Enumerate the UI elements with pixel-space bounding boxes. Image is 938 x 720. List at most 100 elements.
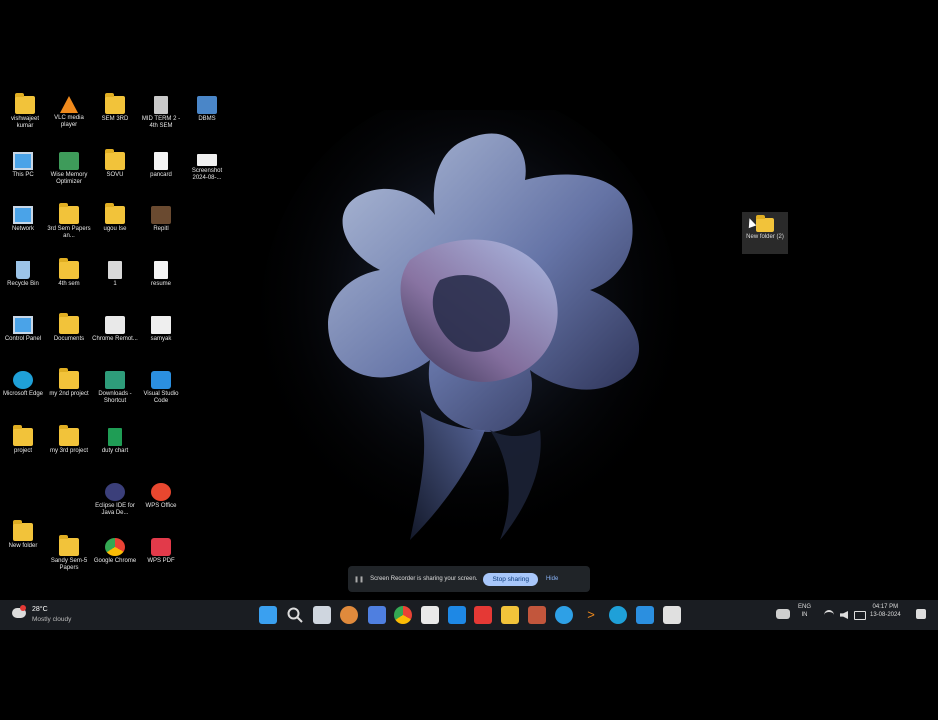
document-icon — [154, 96, 168, 114]
task-view-icon[interactable] — [313, 606, 331, 624]
weather-widget[interactable]: 28°C Mostly cloudy — [10, 604, 90, 628]
desktop: vishwajeet kumar This PC Network Recycle… — [0, 0, 938, 600]
chrome-remote-icon — [105, 316, 125, 334]
desktop-icon-screenshot[interactable]: Screenshot 2024-08-... — [184, 154, 230, 182]
folder-icon — [13, 425, 33, 446]
folder-icon — [105, 203, 125, 224]
desktop-icon-chrome-remote[interactable]: Chrome Remot... — [92, 316, 138, 343]
windows-start-icon[interactable] — [259, 606, 277, 624]
desktop-icon-vlc[interactable]: VLC media player — [46, 96, 92, 129]
chrome-taskbar-icon[interactable] — [394, 606, 412, 624]
desktop-icon-3rd-sem-papers[interactable]: 3rd Sem Papers an... — [46, 203, 92, 240]
desktop-icon-wise-memory[interactable]: Wise Memory Optimizer — [46, 152, 92, 186]
folder-icon — [756, 215, 774, 232]
folder-icon — [15, 93, 35, 114]
show-hidden-icons[interactable] — [776, 609, 790, 619]
desktop-icon-pancard[interactable]: pancard — [138, 152, 184, 179]
desktop-icon-this-pc[interactable]: This PC — [0, 152, 46, 179]
desktop-icon-microsoft-edge[interactable]: Microsoft Edge — [0, 371, 46, 398]
spreadsheet-icon — [108, 428, 122, 446]
computer-icon — [13, 152, 33, 170]
app-icon-1[interactable] — [368, 606, 386, 624]
stop-sharing-button[interactable]: Stop sharing — [483, 572, 538, 586]
desktop-icon-wps-office[interactable]: WPS Office — [138, 483, 184, 510]
folder-icon — [105, 93, 125, 114]
desktop-icon-sem-3rd[interactable]: SEM 3RD — [92, 93, 138, 123]
weather-condition: Mostly cloudy — [32, 616, 72, 623]
folder-icon — [13, 520, 33, 541]
desktop-icon-my-3rd-project[interactable]: my 3rd project — [46, 425, 92, 455]
desktop-icon-documents[interactable]: Documents — [46, 313, 92, 343]
wps-office-icon — [151, 483, 171, 501]
desktop-icon-sovu[interactable]: SOVU — [92, 149, 138, 179]
app-icon-2[interactable] — [448, 606, 466, 624]
folder-icon — [105, 149, 125, 170]
copilot-icon[interactable] — [340, 606, 358, 624]
memory-optimizer-icon — [59, 152, 79, 170]
wallpaper-bloom — [260, 110, 680, 550]
desktop-icon-vishwajeet-kumar[interactable]: vishwajeet kumar — [2, 93, 48, 130]
desktop-icon-eclipse[interactable]: Eclipse IDE for Java De... — [92, 483, 138, 517]
folder-icon — [59, 203, 79, 224]
folder-icon — [59, 425, 79, 446]
edge-taskbar-icon[interactable] — [609, 606, 627, 624]
weather-alert-icon — [20, 605, 26, 611]
clock[interactable]: 04:17 PM 13-08-2024 — [870, 603, 901, 619]
vscode-icon — [151, 371, 171, 389]
wps-pdf-icon — [151, 538, 171, 556]
document-icon — [154, 261, 168, 279]
desktop-icon-repitl[interactable]: Repitl — [138, 206, 184, 233]
downloads-icon — [105, 371, 125, 389]
folder-icon — [59, 368, 79, 389]
youtube-icon[interactable] — [474, 606, 492, 624]
desktop-icon-mid-term[interactable]: MID TERM 2 - 4th SEM — [138, 96, 184, 130]
repitl-icon — [151, 206, 171, 224]
hide-button[interactable]: Hide — [546, 576, 558, 582]
store-icon[interactable] — [421, 606, 439, 624]
edge-icon — [13, 371, 33, 389]
pause-icon: ❚❚ — [354, 576, 365, 583]
dbms-icon — [197, 96, 217, 114]
desktop-icon-ugou-ise[interactable]: ugou Ise — [92, 203, 138, 233]
desktop-icon-project[interactable]: project — [0, 425, 46, 455]
screen-sharing-bar: ❚❚ Screen Recorder is sharing your scree… — [348, 566, 590, 592]
app-icon-3[interactable] — [528, 606, 546, 624]
desktop-icon-vscode[interactable]: Visual Studio Code — [138, 371, 184, 405]
network-icon — [13, 206, 33, 224]
desktop-icon-1[interactable]: 1 — [92, 261, 138, 288]
desktop-icon-google-chrome[interactable]: Google Chrome — [92, 538, 138, 565]
desktop-icon-4th-sem[interactable]: 4th sem — [46, 258, 92, 288]
recycle-bin-icon — [16, 261, 30, 279]
desktop-icon-network[interactable]: Network — [0, 206, 46, 233]
text-file-icon — [151, 316, 171, 334]
weather-temp: 28°C — [32, 606, 48, 613]
desktop-icon-samyak[interactable]: samyak — [138, 316, 184, 343]
desktop-icon-control-panel[interactable]: Control Panel — [0, 316, 46, 343]
search-icon[interactable] — [286, 606, 304, 624]
desktop-icon-duty-chart[interactable]: duty chart — [92, 428, 138, 455]
battery-icon[interactable] — [854, 611, 866, 620]
desktop-icon-dbms[interactable]: DBMS — [184, 96, 230, 123]
language-indicator[interactable]: ENG IN — [798, 603, 811, 619]
control-panel-icon — [13, 316, 33, 334]
vlc-cone-icon — [60, 96, 78, 113]
desktop-icon-recycle-bin[interactable]: Recycle Bin — [0, 261, 46, 288]
desktop-icon-wps-pdf[interactable]: WPS PDF — [138, 538, 184, 565]
folder-icon — [59, 258, 79, 279]
desktop-icon-sandy-sem5-papers[interactable]: Sandy Sem-5 Papers — [46, 535, 92, 572]
desktop-icon-new-folder[interactable]: New folder — [0, 520, 46, 550]
notification-icon[interactable] — [916, 609, 926, 619]
desktop-icon-resume[interactable]: resume — [138, 261, 184, 288]
folder-icon — [59, 313, 79, 334]
file-explorer-icon[interactable] — [501, 606, 519, 624]
terminal-icon[interactable]: > — [582, 606, 600, 624]
vscode-taskbar-icon[interactable] — [636, 606, 654, 624]
desktop-icon-downloads-shortcut[interactable]: Downloads - Shortcut — [92, 371, 138, 405]
wifi-icon[interactable] — [824, 610, 834, 620]
document-icon — [154, 152, 168, 170]
folder-icon — [59, 535, 79, 556]
notepad-icon[interactable] — [663, 606, 681, 624]
desktop-icon-my-2nd-project[interactable]: my 2nd project — [46, 368, 92, 398]
browser-icon[interactable] — [555, 606, 573, 624]
image-file-icon — [108, 261, 122, 279]
